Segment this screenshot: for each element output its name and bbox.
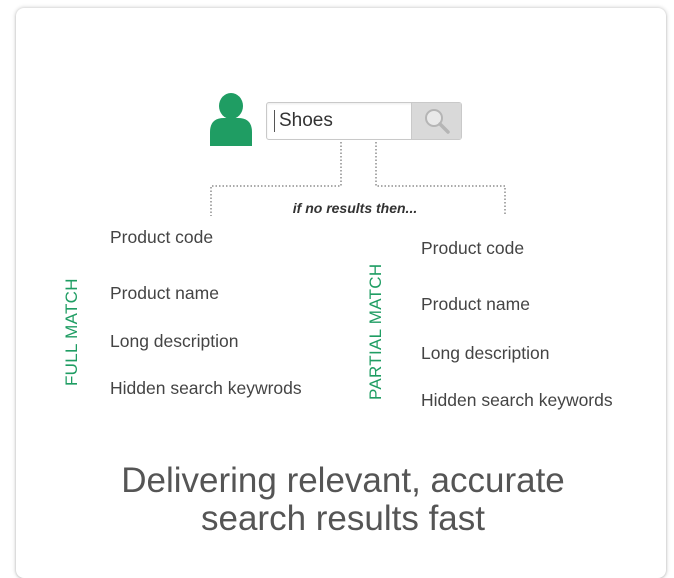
tagline-line-2: search results fast — [201, 499, 485, 538]
partial-match-label: PARTIAL MATCH — [366, 263, 385, 400]
partial-match-item: Hidden search keywords — [421, 390, 613, 410]
full-match-item: Long description — [110, 331, 239, 351]
partial-match-item: Long description — [421, 343, 550, 363]
full-match-label: FULL MATCH — [62, 278, 81, 386]
tagline-line-1: Delivering relevant, accurate — [121, 461, 565, 500]
person-icon — [210, 93, 252, 146]
search-box[interactable] — [266, 102, 462, 140]
search-input[interactable] — [267, 103, 413, 139]
partial-match-item: Product code — [421, 238, 525, 258]
full-match-item: Product code — [110, 227, 214, 247]
connector-caption: if no results then... — [292, 200, 418, 216]
magnifier-icon — [424, 109, 450, 134]
tagline: Delivering relevant, accurate search res… — [40, 462, 646, 538]
search-button[interactable] — [411, 103, 461, 139]
full-match-item: Product name — [110, 283, 219, 303]
partial-match-item: Product name — [421, 294, 530, 314]
full-match-item: Hidden search keywrods — [110, 378, 302, 398]
